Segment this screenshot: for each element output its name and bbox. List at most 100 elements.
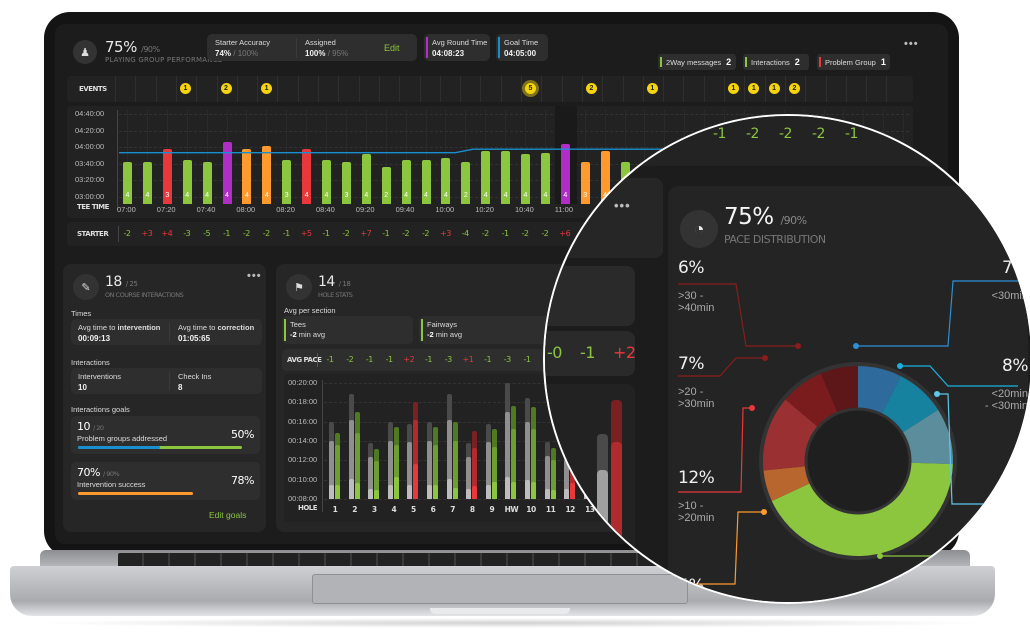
hole-target: / 18 [338,280,351,288]
callout-label-line: >10 - [678,500,704,512]
callout-label-line: <30min [991,290,1028,302]
pace-bar-min [472,486,478,499]
pace-bar-min [374,490,380,499]
callout-percent: 7% [1002,258,1028,278]
checkins-label: Check Ins [178,372,212,381]
callout-label: >20 - >30min [678,386,714,410]
goal-time: Goal Time 04:05:00 [496,34,548,61]
event-slot-divider [216,76,218,102]
notes-icon: ✎ [73,274,99,300]
flag-icon: ⚑ [286,274,312,300]
goal-number: 70% [77,466,100,479]
gray-bar-min [525,479,530,499]
hole-label: 1 [332,505,338,514]
y-tick-label: 00:10:00 [288,474,318,484]
edit-button[interactable]: Edit [384,43,400,53]
event-marker[interactable]: 1 [179,83,191,94]
y-tick-label: 00:16:00 [288,416,318,426]
event-marker[interactable]: 2 [585,83,597,94]
callout-dot [762,355,768,361]
event-marker[interactable]: 1 [748,83,760,94]
assigned-number: 100% [305,49,326,58]
avg-pace-value-magnified: +2 [613,343,636,362]
callout-label-line: <20min [991,388,1028,400]
starter-value: -2 [521,229,529,238]
starter-value: +3 [141,229,153,238]
y-axis [322,380,323,512]
starter-value: -2 [342,229,350,238]
pace-bar-min [531,481,536,499]
event-slot-divider [277,76,279,102]
mag-avg-pace-panel: -0 -1 +2 [545,331,636,376]
x-axis-label: HOLE [298,504,318,512]
event-marker[interactable]: 1 [728,83,739,94]
starter-value: +4 [161,229,173,238]
counter-value: 2 [794,57,800,67]
callout-percent: 6% [678,258,704,278]
y-tick-label: 00:14:00 [288,436,318,445]
section-value: -2 min avg [290,330,325,339]
starter-value: -2 [481,229,489,238]
divider [169,323,170,341]
callout-label: <20min - <30min [985,388,1028,412]
gray-bar-min [485,484,491,499]
event-slot-divider [602,76,604,102]
accuracy-panel: Starter Accuracy 74% / 100% Assigned 100… [207,34,417,61]
callout-label-line: <10 [1009,508,1028,520]
pace-bar-min [393,476,399,499]
section-unit: min avg [435,330,463,339]
event-slot-divider [866,76,868,102]
callout-label-line: >30min [678,398,715,410]
event-marker[interactable]: 2 [788,83,800,94]
avg-pace-value: -1 [484,355,492,364]
callout-dot [934,391,940,397]
goal-intervention-success: 70% / 90% Intervention success 78% [71,462,260,500]
avg-pace-value: -1 [523,355,531,364]
avg-pace-value: +1 [462,355,474,364]
starter-value: -2 [123,229,131,238]
event-marker[interactable]: 5 [525,83,536,94]
goal-percent: 78% [231,474,254,487]
starter-value-magnified: -1 [713,126,726,142]
gray-bar-min [348,478,354,499]
counter-2way-messages[interactable]: 2Way messages 2 [658,54,736,70]
callout-label-line: >20 - [678,386,704,398]
header-more-button[interactable]: ••• [904,38,919,50]
performance-value-number: 75% [105,38,137,56]
goal-target: / 20 [93,424,104,432]
counter-problem-group[interactable]: Problem Group 1 [817,54,890,70]
edit-goals-link[interactable]: Edit goals [209,510,246,520]
event-slot-divider [257,76,259,102]
x-tick-label: 09:40 [395,205,415,214]
event-slot-divider [663,76,665,102]
assigned-target: / 95% [327,49,349,58]
callout-dot [749,405,755,411]
event-slot-divider [480,76,482,102]
label-bold: correction [217,323,255,332]
event-slot-divider [175,76,177,102]
event-slot-divider [358,76,360,102]
section-label: Fairways [427,320,458,329]
starter-value: -2 [242,229,250,238]
x-tick-label: 08:20 [276,205,295,214]
goal-progress-fill [78,446,160,449]
avg-correction-label: Avg time to correction [178,323,254,332]
event-marker[interactable]: 1 [768,83,780,94]
counter-interactions[interactable]: Interactions 2 [743,54,809,70]
assigned-label: Assigned [305,38,336,47]
event-marker[interactable]: 1 [646,83,658,94]
avg-round-time: Avg Round Time 04:08:23 [424,34,490,61]
counter-label: Interactions [751,57,790,67]
interventions-value: 10 [78,383,87,392]
interactions-more-button[interactable]: ••• [247,270,262,282]
event-slot-divider [703,76,705,102]
event-marker[interactable]: 1 [261,83,273,94]
mag-more-button[interactable]: ••• [614,198,631,213]
event-marker[interactable]: 2 [220,83,232,94]
event-slot-divider [805,76,807,102]
avg-round-time-marker [426,37,428,58]
counter-marker [745,57,747,67]
callout-label: >30 - >40min [678,290,714,314]
event-slot-divider [642,76,644,102]
event-slot-divider [886,76,888,102]
